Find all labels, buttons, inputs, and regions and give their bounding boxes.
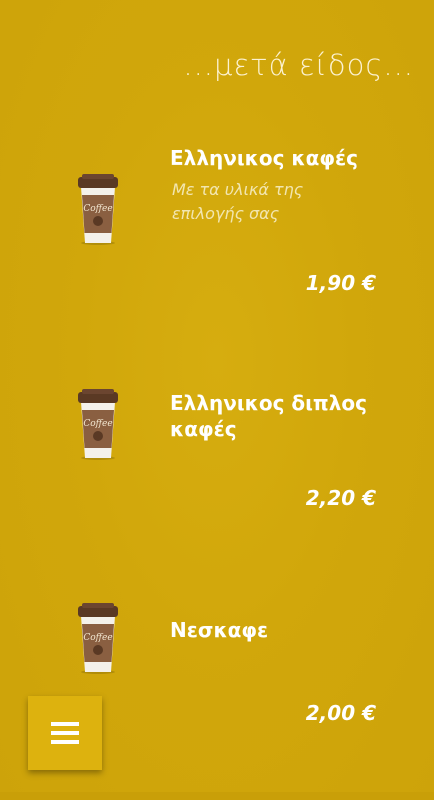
coffee-cup-icon: Coffee: [78, 389, 118, 460]
cup-label: Coffee: [83, 633, 112, 643]
item-price: 2,20 €: [305, 486, 376, 510]
menu-button[interactable]: [28, 696, 102, 770]
item-price: 2,00 €: [305, 701, 376, 725]
bottom-bar: [0, 792, 434, 800]
cup-label: Coffee: [83, 419, 112, 429]
item-price: 1,90 €: [305, 271, 376, 295]
section-title: ...μετά είδος...: [183, 48, 414, 82]
hamburger-menu-icon: [51, 722, 79, 744]
coffee-cup-icon: Coffee: [78, 174, 118, 245]
item-name: Ελληνικος καφές: [170, 146, 358, 170]
item-name: Νεσκαφε: [170, 618, 269, 642]
item-description: Με τα υλικά της επιλογής σας: [172, 180, 304, 223]
cup-label: Coffee: [83, 204, 112, 214]
coffee-cup-icon: Coffee: [78, 603, 118, 674]
item-name: Ελληνικος διπλος καφές: [170, 391, 368, 441]
